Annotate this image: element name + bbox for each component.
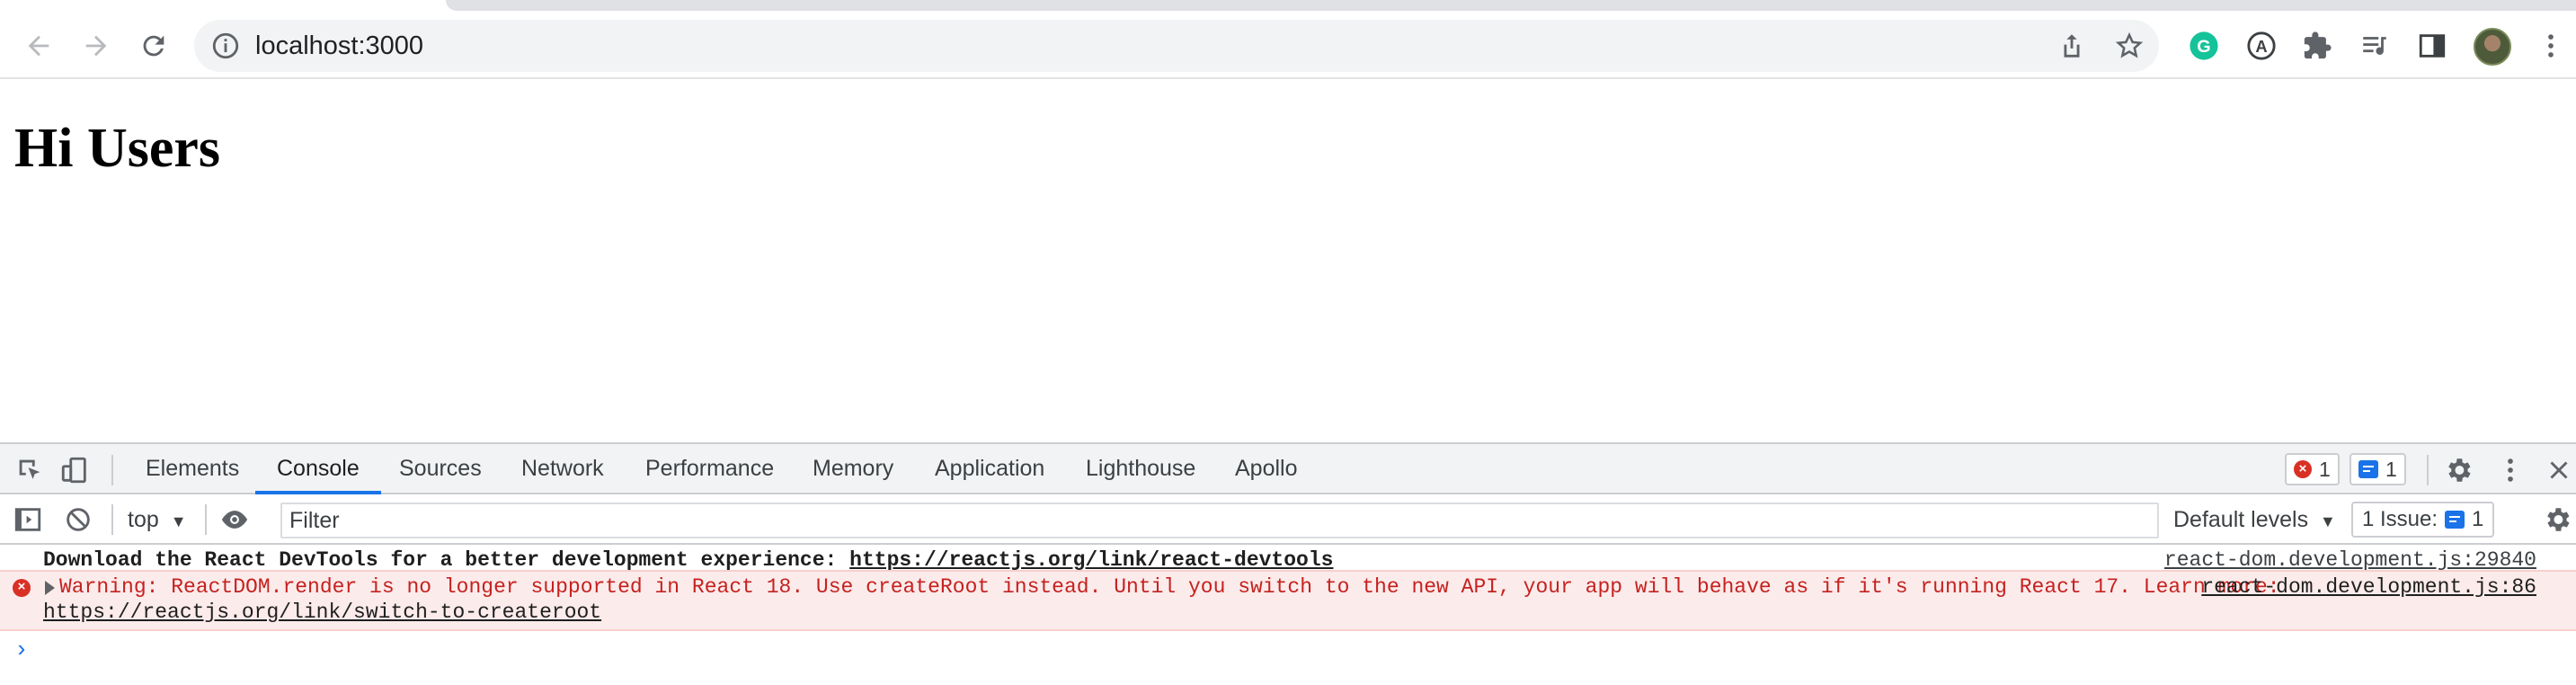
grammarly-icon[interactable]: G: [2186, 28, 2222, 64]
gear-icon[interactable]: [2542, 504, 2572, 535]
toolbar-divider: [205, 504, 207, 535]
message-text: Download the React DevTools for a better…: [43, 548, 1333, 572]
tab-strip: [0, 0, 2576, 13]
source-link[interactable]: react-dom.development.js:29840: [2164, 548, 2536, 572]
share-icon[interactable]: [2056, 31, 2087, 61]
filter-field[interactable]: [280, 503, 2159, 538]
sidebar-toggle-icon[interactable]: [13, 504, 43, 535]
reading-list-icon[interactable]: [2357, 28, 2393, 64]
svg-text:A: A: [2255, 37, 2267, 56]
puzzle-icon[interactable]: [2299, 28, 2335, 64]
context-selector[interactable]: top ▼: [128, 494, 187, 545]
issues-label: 1 Issue:: [2362, 507, 2438, 531]
tab-memory[interactable]: Memory: [811, 444, 895, 493]
tab-application[interactable]: Application: [933, 444, 1046, 493]
chevron-down-icon: ▼: [2320, 512, 2336, 530]
inspect-element-icon[interactable]: [14, 455, 45, 485]
forward-button[interactable]: [76, 25, 117, 67]
kebab-menu-icon[interactable]: [2533, 28, 2569, 64]
gear-icon[interactable]: [2443, 455, 2474, 485]
back-button[interactable]: [18, 25, 59, 67]
tab-network[interactable]: Network: [520, 444, 606, 493]
console-error-message: × Warning: ReactDOM.render is no longer …: [0, 570, 2576, 631]
tab-console[interactable]: Console: [255, 444, 381, 494]
tab-performance[interactable]: Performance: [644, 444, 776, 493]
browser-window: localhost:3000 G A Hi Users Elements Con…: [0, 0, 2576, 685]
message-counter[interactable]: 1: [2349, 453, 2406, 485]
issues-button[interactable]: 1 Issue: 1: [2351, 502, 2495, 538]
log-levels-dropdown[interactable]: Default levels ▼: [2173, 494, 2336, 545]
error-icon: ×: [13, 579, 31, 597]
address-bar[interactable]: localhost:3000: [194, 20, 2159, 72]
tab-sources[interactable]: Sources: [397, 444, 484, 493]
avatar[interactable]: [2474, 28, 2511, 66]
chevron-down-icon: ▼: [170, 512, 187, 530]
clear-console-icon[interactable]: [63, 504, 93, 535]
close-icon[interactable]: [2544, 455, 2574, 485]
createroot-link[interactable]: https://reactjs.org/link/switch-to-creat…: [43, 600, 601, 624]
tab-elements[interactable]: Elements: [144, 444, 241, 493]
log-levels-label: Default levels: [2173, 507, 2309, 532]
source-link[interactable]: react-dom.development.js:86: [2201, 575, 2536, 599]
side-panel-icon[interactable]: [2414, 28, 2450, 64]
reload-icon: [143, 35, 164, 57]
console-prompt-icon[interactable]: ›: [14, 636, 29, 663]
toolbar-divider: [2427, 455, 2429, 485]
svg-text:G: G: [2197, 37, 2210, 57]
devtools-link[interactable]: https://reactjs.org/link/react-devtools: [849, 548, 1333, 572]
toolbar-divider: [111, 504, 113, 535]
device-toolbar-icon[interactable]: [59, 455, 90, 485]
toolbar-divider: [111, 455, 113, 485]
message-count: 1: [2385, 457, 2397, 481]
back-arrow-icon: [28, 35, 49, 57]
console-message: Download the React DevTools for a better…: [0, 548, 2576, 572]
console-toolbar: top ▼ Default levels ▼ 1 Issue: 1: [0, 494, 2576, 545]
browser-toolbar: localhost:3000 G A: [0, 13, 2576, 79]
kebab-menu-icon[interactable]: [2495, 455, 2526, 485]
page-heading: Hi Users: [14, 118, 221, 179]
context-label: top: [128, 507, 159, 532]
filter-input[interactable]: [282, 504, 2157, 537]
message-icon: [2445, 511, 2465, 529]
reload-button[interactable]: [133, 25, 174, 67]
a-extension-icon[interactable]: A: [2243, 28, 2279, 64]
star-icon[interactable]: [2114, 31, 2145, 61]
tab-apollo[interactable]: Apollo: [1233, 444, 1300, 493]
inactive-tab-area: [446, 0, 2576, 11]
error-icon: ×: [2294, 460, 2312, 478]
message-icon: [2358, 460, 2378, 478]
error-text: Warning: ReactDOM.render is no longer su…: [59, 575, 2280, 599]
error-count: 1: [2319, 457, 2331, 481]
issues-count: 1: [2472, 507, 2484, 531]
url-text[interactable]: localhost:3000: [255, 20, 423, 72]
message-body: Download the React DevTools for a better…: [43, 548, 850, 572]
forward-arrow-icon: [85, 35, 107, 57]
expand-triangle-icon[interactable]: [45, 581, 55, 595]
info-icon[interactable]: [210, 31, 241, 61]
devtools-panel: Elements Console Sources Network Perform…: [0, 442, 2576, 685]
tab-lighthouse[interactable]: Lighthouse: [1084, 444, 1197, 493]
error-counter[interactable]: × 1: [2285, 453, 2340, 485]
eye-icon[interactable]: [219, 504, 250, 535]
devtools-tabs-bar: Elements Console Sources Network Perform…: [0, 444, 2576, 494]
